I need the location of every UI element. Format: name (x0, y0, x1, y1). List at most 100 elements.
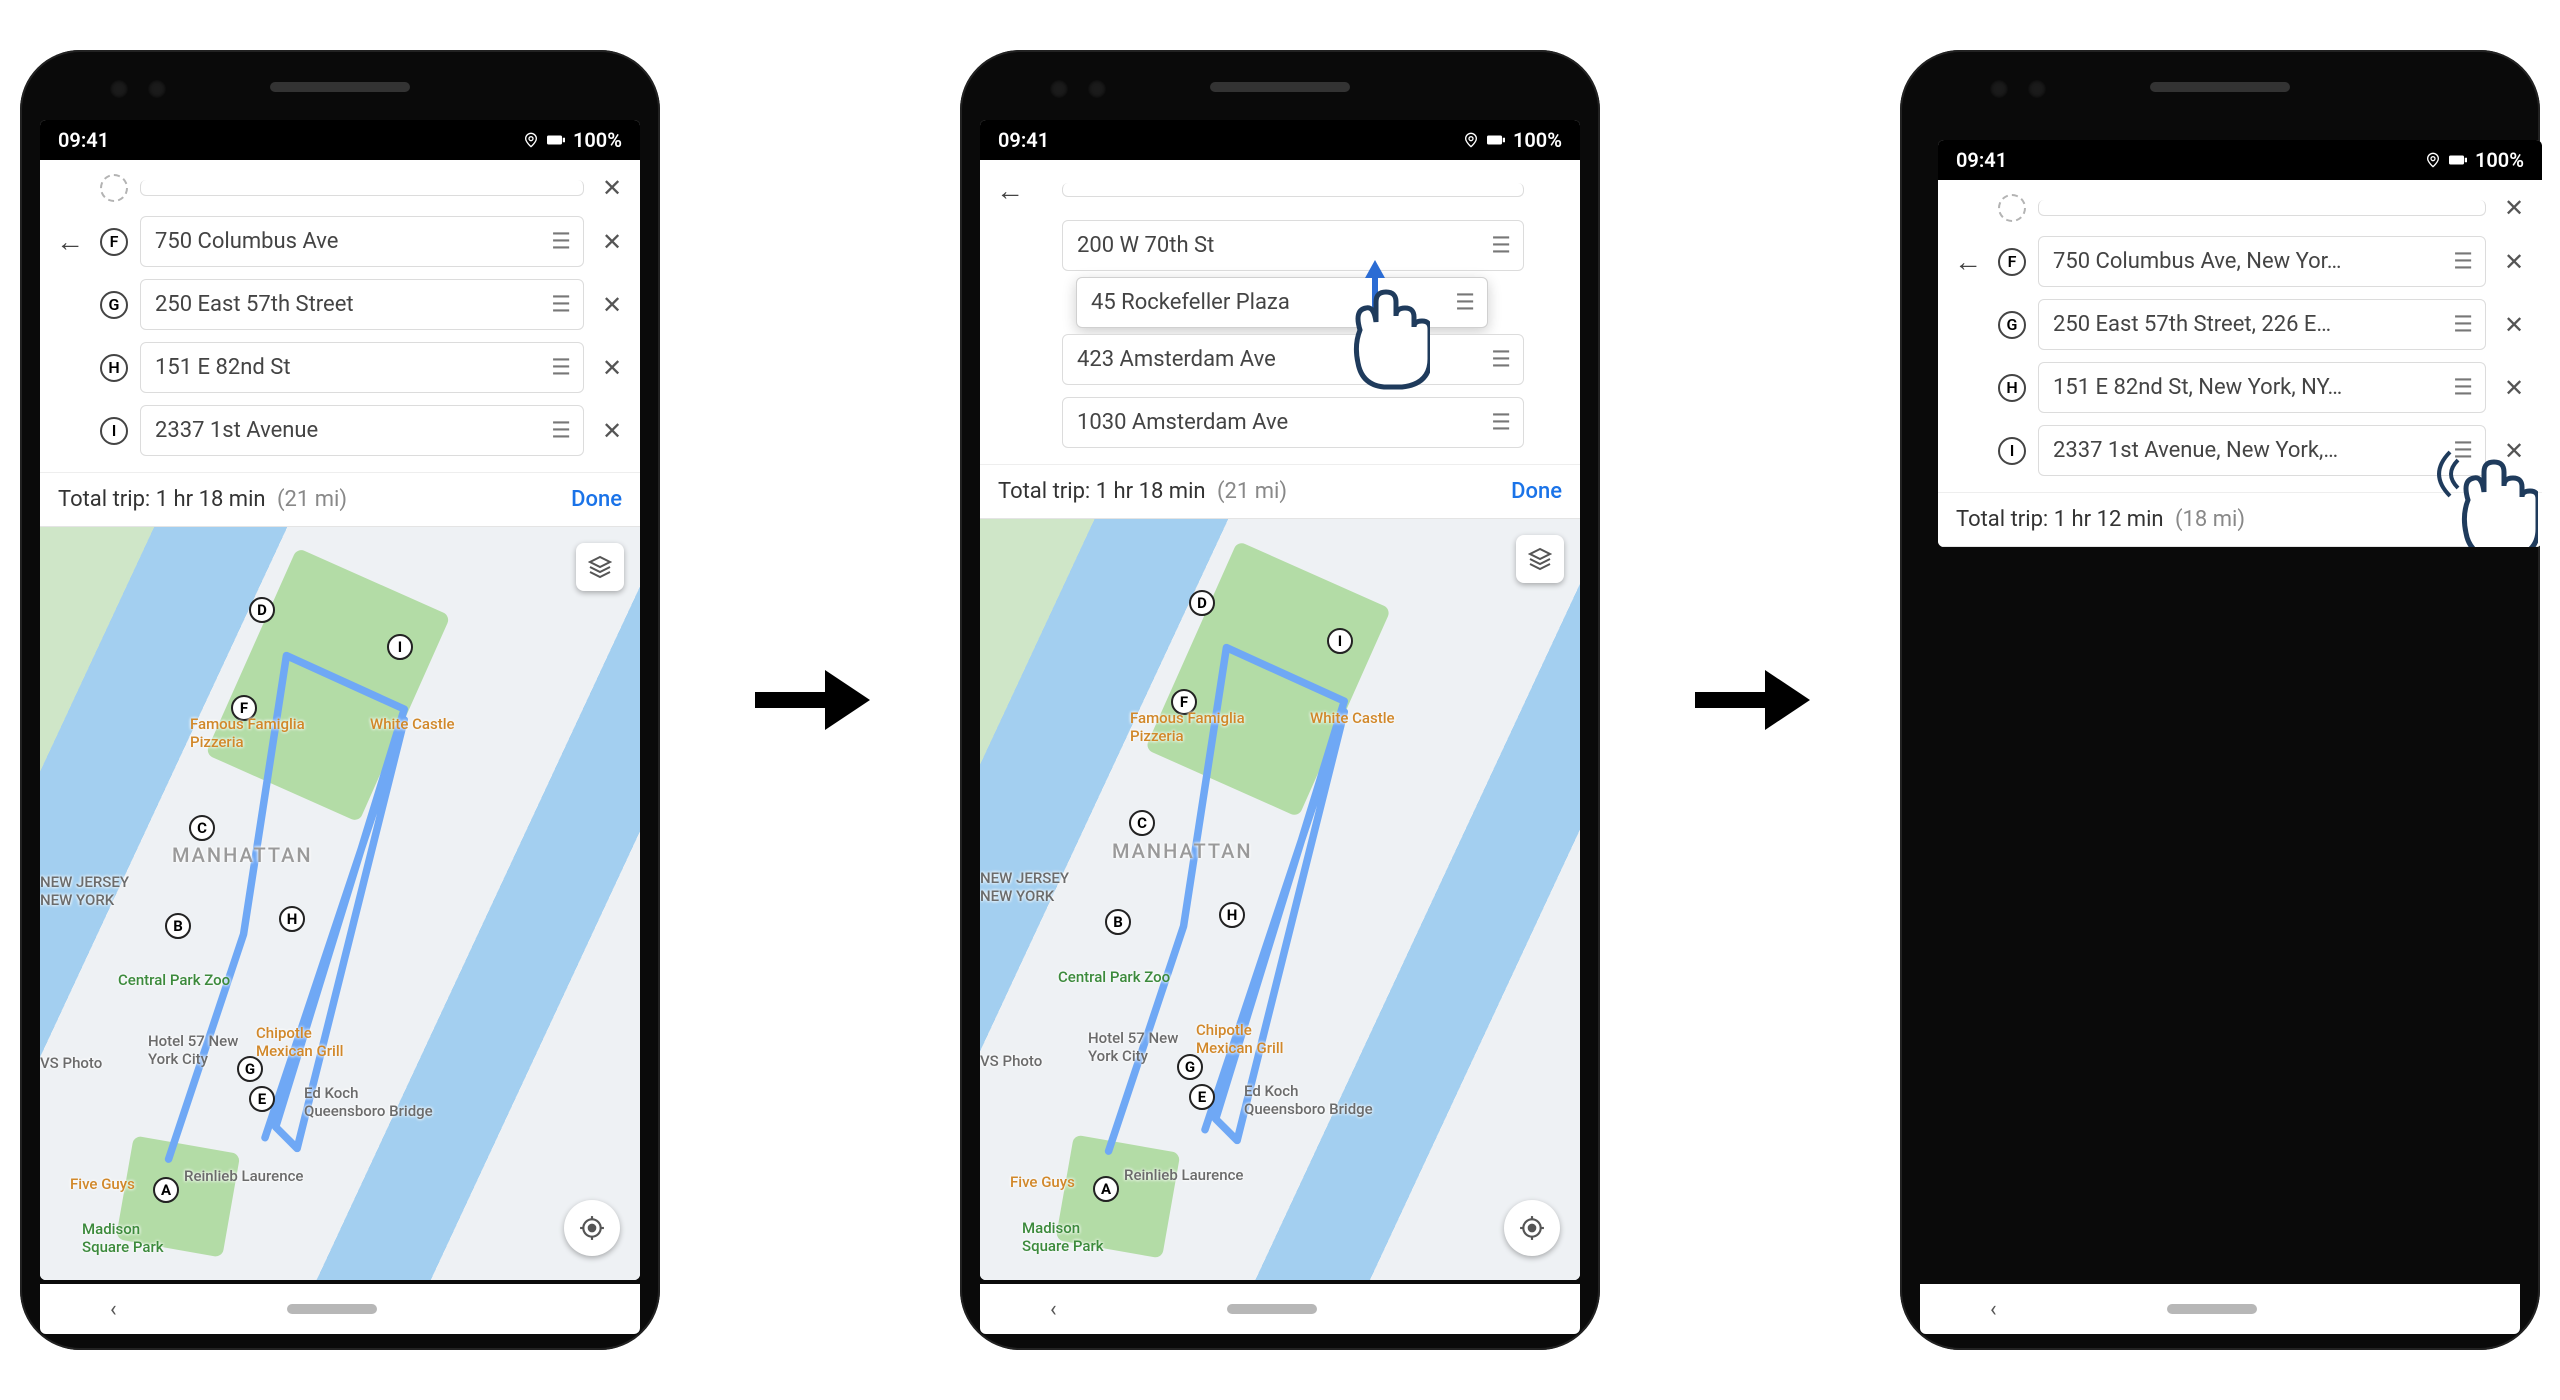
done-button[interactable]: Done (571, 487, 622, 512)
location-icon (2425, 152, 2441, 168)
map-poi-label: Central Park Zoo (118, 971, 230, 989)
back-button[interactable]: ← (1950, 244, 1986, 280)
stop-address-field[interactable]: 200 W 70th St ☰ (1062, 220, 1524, 271)
back-button[interactable]: ← (992, 172, 1028, 208)
route-waypoint-marker[interactable]: D (1189, 590, 1215, 616)
location-icon (1463, 132, 1479, 148)
stop-address-field[interactable]: 2337 1st Avenue, New York,… ☰ (2038, 425, 2486, 476)
done-button[interactable]: Done (1511, 479, 1562, 504)
nav-back-icon[interactable]: ‹ (1050, 1297, 1057, 1322)
status-bar: 09:41 100% (1938, 140, 2542, 180)
stop-address-field[interactable]: 750 Columbus Ave ☰ (140, 216, 584, 267)
trip-time: 1 hr 18 min (1096, 479, 1206, 504)
route-waypoint-marker[interactable]: C (189, 815, 215, 841)
stop-address-field[interactable]: 250 East 57th Street ☰ (140, 279, 584, 330)
android-navbar: ‹ (40, 1284, 640, 1334)
remove-stop-button[interactable]: ✕ (2498, 309, 2530, 341)
trip-label: Total trip: (998, 479, 1090, 504)
drag-handle-icon[interactable]: ☰ (2453, 312, 2471, 337)
stop-address-field[interactable]: 2337 1st Avenue ☰ (140, 405, 584, 456)
map-poi-label: Reinlieb Laurence (184, 1167, 303, 1185)
map-poi-label: Chipotle Mexican Grill (1196, 1021, 1284, 1057)
back-button[interactable]: ← (52, 224, 88, 260)
remove-stop-button[interactable]: ✕ (596, 226, 628, 258)
stop-address-field[interactable]: 151 E 82nd St ☰ (140, 342, 584, 393)
status-bar: 09:41 100% (980, 120, 1580, 160)
stop-row: H 151 E 82nd St, New York, NY… ☰ ✕ (1950, 356, 2530, 419)
drag-handle-icon[interactable]: ☰ (551, 292, 569, 317)
route-waypoint-marker[interactable]: I (387, 634, 413, 660)
flow-arrow (750, 660, 870, 740)
route-waypoint-marker[interactable]: G (1177, 1054, 1203, 1080)
nav-home-pill[interactable] (287, 1304, 377, 1314)
layers-button[interactable] (576, 543, 624, 591)
trip-summary: Total trip: 1 hr 18 min (21 mi) Done (40, 472, 640, 526)
trip-summary: Total trip: 1 hr 18 min (21 mi) Done (980, 464, 1580, 518)
map-poi-label: Madison Square Park (82, 1220, 164, 1256)
route-waypoint-marker[interactable]: A (1093, 1176, 1119, 1202)
android-navbar: ‹ (980, 1284, 1580, 1334)
remove-stop-button[interactable]: ✕ (2498, 372, 2530, 404)
map-view[interactable]: DIFCHBGEAMANHATTANFamous Famiglia Pizzer… (40, 527, 640, 1280)
map-poi-label: Famous Famiglia Pizzeria (1130, 709, 1245, 745)
map-poi-label: Hotel 57 New York City (148, 1032, 238, 1068)
stop-letter-badge: F (100, 228, 128, 256)
map-poi-label: Ed Koch Queensboro Bridge (1244, 1082, 1373, 1118)
stop-address-field[interactable]: 423 Amsterdam Ave ☰ (1062, 334, 1524, 385)
route-waypoint-marker[interactable]: I (1327, 628, 1353, 654)
remove-stop-button[interactable]: ✕ (596, 289, 628, 321)
stop-letter-badge: G (100, 291, 128, 319)
phone-frame-2: 09:41 100% ← 200 W 70th St ☰ 45 Rockefel… (960, 50, 1600, 1350)
route-waypoint-marker[interactable]: B (165, 913, 191, 939)
stop-address-field[interactable]: 1030 Amsterdam Ave ☰ (1062, 397, 1524, 448)
map-poi-label: NEW JERSEY NEW YORK (980, 869, 1069, 905)
route-waypoint-marker[interactable]: H (279, 906, 305, 932)
map-poi-label: Central Park Zoo (1058, 968, 1170, 986)
route-waypoint-marker[interactable]: D (249, 597, 275, 623)
stop-row: G 250 East 57th Street, 226 E… ☰ ✕ (1950, 293, 2530, 356)
map-poi-label: Madison Square Park (1022, 1219, 1104, 1255)
remove-stop-button[interactable]: ✕ (596, 172, 628, 204)
my-location-button[interactable] (1504, 1200, 1560, 1256)
drag-handle-icon[interactable]: ☰ (1491, 410, 1509, 435)
nav-home-pill[interactable] (2167, 1304, 2257, 1314)
route-waypoint-marker[interactable]: E (1189, 1084, 1215, 1110)
map-poi-label: VS Photo (980, 1052, 1042, 1070)
stop-address-field[interactable]: 250 East 57th Street, 226 E… ☰ (2038, 299, 2486, 350)
trip-label: Total trip: (1956, 507, 2048, 532)
android-navbar: ‹ (1920, 1284, 2520, 1334)
map-view[interactable]: DIFCHBGEAMANHATTANFamous Famiglia Pizzer… (980, 519, 1580, 1280)
drag-handle-icon[interactable]: ☰ (2453, 249, 2471, 274)
route-waypoint-marker[interactable]: A (153, 1177, 179, 1203)
remove-stop-button[interactable]: ✕ (596, 415, 628, 447)
route-waypoint-marker[interactable]: H (1219, 902, 1245, 928)
drag-handle-icon[interactable]: ☰ (551, 418, 569, 443)
route-waypoint-marker[interactable]: G (237, 1056, 263, 1082)
nav-home-pill[interactable] (1227, 1304, 1317, 1314)
nav-back-icon[interactable]: ‹ (1990, 1297, 1997, 1322)
route-editor: ← 200 W 70th St ☰ 45 Rockefeller Plaza☰ … (980, 160, 1580, 519)
drag-handle-icon[interactable]: ☰ (2453, 375, 2471, 400)
remove-stop-button[interactable]: ✕ (2498, 246, 2530, 278)
route-waypoint-marker[interactable]: C (1129, 810, 1155, 836)
status-time: 09:41 (58, 128, 109, 152)
phone-frame-3: 09:41 100% ✕ ← F 750 Columbus Ave, New Y… (1900, 50, 2540, 1350)
status-battery: 100% (2475, 148, 2524, 172)
route-waypoint-marker[interactable]: B (1105, 909, 1131, 935)
trip-label: Total trip: (58, 487, 150, 512)
my-location-button[interactable] (564, 1200, 620, 1256)
stop-address-field[interactable]: 750 Columbus Ave, New Yor… ☰ (2038, 236, 2486, 287)
layers-button[interactable] (1516, 535, 1564, 583)
drag-handle-icon[interactable]: ☰ (1491, 347, 1509, 372)
remove-stop-button[interactable]: ✕ (2498, 192, 2530, 224)
route-waypoint-marker[interactable]: E (249, 1086, 275, 1112)
drag-handle-icon[interactable]: ☰ (551, 229, 569, 254)
drag-handle-icon[interactable]: ☰ (1455, 290, 1473, 315)
stop-row: G 250 East 57th Street ☰ ✕ (52, 273, 628, 336)
drag-handle-icon[interactable]: ☰ (551, 355, 569, 380)
battery-icon (2449, 153, 2467, 167)
stop-address-field[interactable]: 151 E 82nd St, New York, NY… ☰ (2038, 362, 2486, 413)
remove-stop-button[interactable]: ✕ (596, 352, 628, 384)
nav-back-icon[interactable]: ‹ (110, 1297, 117, 1322)
drag-handle-icon[interactable]: ☰ (1491, 233, 1509, 258)
